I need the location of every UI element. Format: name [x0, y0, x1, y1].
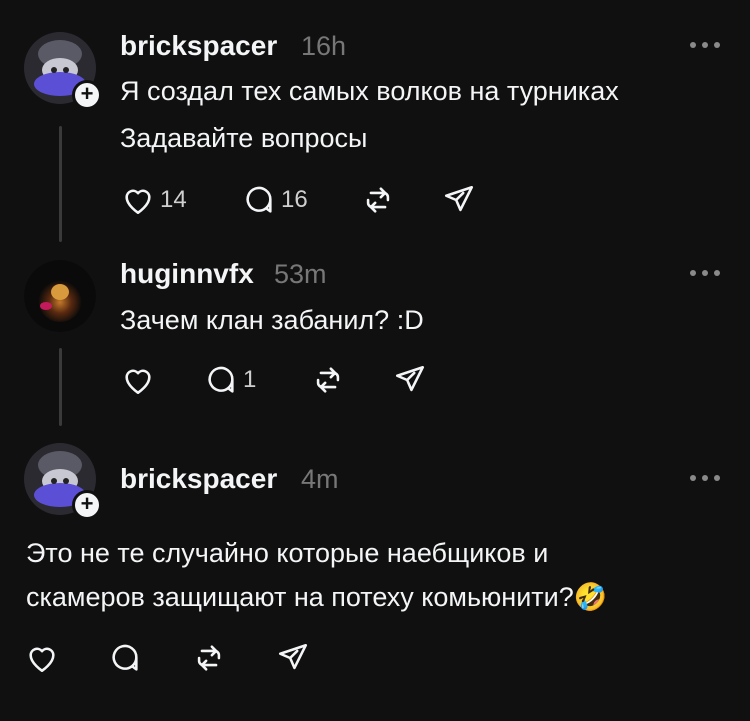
- reply-count: 1: [243, 366, 257, 393]
- post-text-line-1: Это не те случайно которые наебщиков и: [26, 538, 549, 568]
- thread-line: [59, 348, 62, 426]
- avatar-huginnvfx[interactable]: [24, 260, 96, 332]
- share-icon: [444, 185, 474, 212]
- comment-icon: [208, 366, 234, 393]
- reply-count: 16: [281, 186, 308, 213]
- username[interactable]: huginnvfx: [120, 258, 254, 290]
- repost-button[interactable]: [191, 638, 227, 678]
- comment-icon: [246, 186, 272, 213]
- like-button[interactable]: [24, 638, 60, 678]
- like-button[interactable]: [120, 360, 156, 400]
- follow-plus-icon[interactable]: +: [72, 80, 102, 110]
- share-icon: [278, 643, 308, 670]
- thread-line: [59, 126, 62, 242]
- share-button[interactable]: [442, 180, 476, 220]
- username[interactable]: brickspacer: [120, 30, 277, 62]
- reply-button[interactable]: [107, 638, 143, 678]
- post-text-line-1: Я создал тех самых волков на турниках: [120, 76, 619, 106]
- reply-button[interactable]: 16: [241, 180, 308, 220]
- username[interactable]: brickspacer: [120, 463, 277, 495]
- heart-icon: [29, 647, 55, 673]
- more-icon[interactable]: [690, 473, 724, 483]
- follow-plus-icon[interactable]: +: [72, 490, 102, 520]
- share-icon: [395, 365, 425, 392]
- share-button[interactable]: [393, 360, 427, 400]
- repost-button[interactable]: [360, 180, 396, 220]
- heart-icon: [125, 189, 151, 215]
- timestamp: 53m: [274, 259, 327, 289]
- post-text-line-2: скамеров защищают на потеху комьюнити?🤣: [26, 576, 607, 618]
- repost-icon: [197, 645, 221, 671]
- post-text-line-1: Зачем клан забанил? :D: [120, 305, 424, 335]
- post-text-content: скамеров защищают на потеху комьюнити?: [26, 582, 574, 612]
- like-count: 14: [160, 186, 187, 213]
- more-icon[interactable]: [690, 40, 724, 50]
- rofl-emoji: 🤣: [573, 582, 608, 612]
- more-icon[interactable]: [690, 268, 724, 278]
- share-button[interactable]: [276, 638, 310, 678]
- post-text-line-2: Задавайте вопросы: [120, 123, 368, 153]
- timestamp: 4m: [301, 464, 339, 494]
- like-button[interactable]: 14: [120, 180, 187, 220]
- heart-icon: [125, 369, 151, 395]
- repost-button[interactable]: [310, 360, 346, 400]
- reply-button[interactable]: 1: [203, 360, 256, 400]
- timestamp: 16h: [301, 31, 347, 61]
- repost-icon: [366, 187, 390, 213]
- comment-icon: [112, 644, 138, 671]
- repost-icon: [316, 367, 340, 393]
